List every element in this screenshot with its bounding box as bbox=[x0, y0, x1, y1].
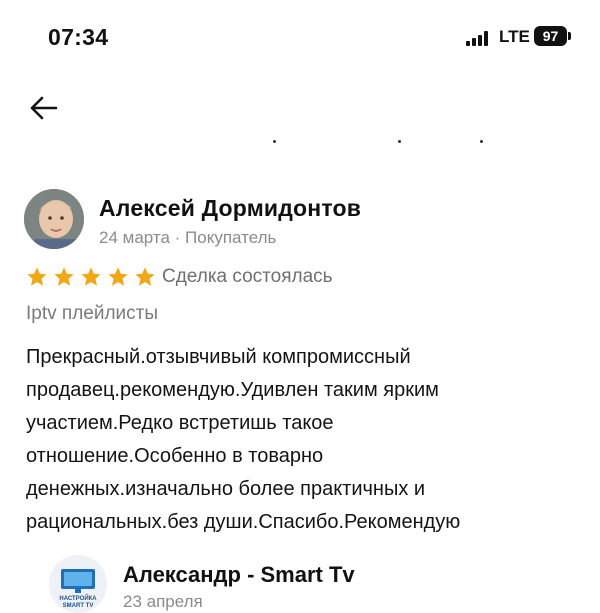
review-text-line: отношение.Особенно в товарно bbox=[26, 445, 324, 467]
review-text-line: продавец.рекомендую.Удивлен таким ярким bbox=[26, 379, 439, 401]
status-time: 07:34 bbox=[48, 24, 109, 50]
seller-reply-date: 23 апреля bbox=[123, 592, 203, 611]
seller-logo-line: SMART TV bbox=[63, 603, 94, 609]
star-icon bbox=[54, 267, 74, 286]
review-text-line: рациональных.без души.Спасибо.Рекомендую bbox=[26, 511, 461, 533]
review-text-line: участием.Редко встретишь такое bbox=[26, 412, 334, 434]
star-icon bbox=[135, 267, 155, 286]
battery-cap bbox=[568, 32, 571, 40]
battery-icon: 97 bbox=[534, 26, 567, 46]
review-date: 24 марта bbox=[99, 228, 170, 247]
reviewer-avatar[interactable] bbox=[24, 189, 84, 249]
seller-name[interactable]: Александр - Smart Tv bbox=[123, 562, 355, 588]
divider-dot bbox=[273, 140, 276, 143]
product-name[interactable]: Iptv плейлисты bbox=[26, 303, 158, 325]
review-text-line: Прекрасный.отзывчивый компромиссный bbox=[26, 346, 411, 368]
divider-dot bbox=[480, 140, 483, 143]
review-meta: 24 марта · Покупатель bbox=[99, 228, 276, 248]
meta-separator: · bbox=[174, 228, 181, 247]
divider-dot bbox=[398, 140, 401, 143]
review-text-line: денежных.изначально более практичных и bbox=[26, 478, 426, 500]
back-arrow-icon[interactable] bbox=[26, 90, 62, 126]
star-icon bbox=[27, 267, 47, 286]
reviewer-name[interactable]: Алексей Дормидонтов bbox=[99, 195, 361, 222]
seller-avatar[interactable]: НАСТРОЙКА SMART TV bbox=[49, 555, 107, 613]
signal-bars-icon bbox=[466, 31, 492, 46]
deal-status: Сделка состоялась bbox=[162, 266, 333, 287]
star-icon bbox=[108, 267, 128, 286]
star-icon bbox=[81, 267, 101, 286]
network-type: LTE bbox=[499, 27, 530, 46]
reviewer-role: Покупатель bbox=[185, 228, 277, 247]
review-text: Прекрасный.отзывчивый компромиссный прод… bbox=[26, 341, 586, 539]
status-bar: 07:34 LTE 97 bbox=[0, 0, 600, 78]
seller-logo-line: НАСТРОЙКА bbox=[59, 594, 97, 602]
